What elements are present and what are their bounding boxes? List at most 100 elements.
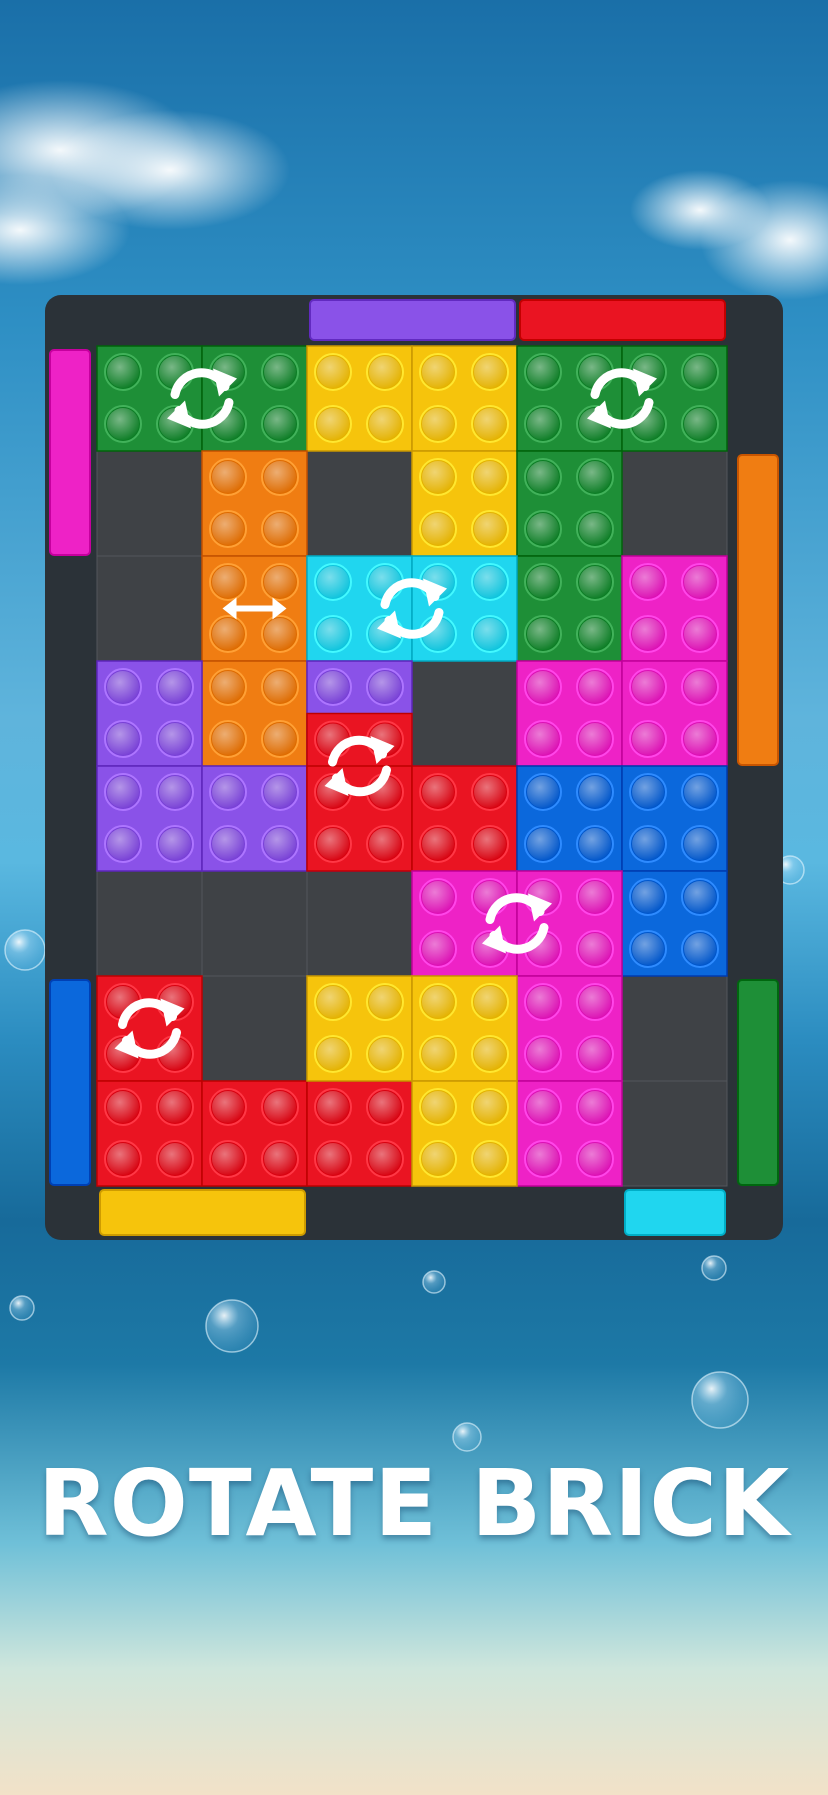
stud-highlight — [474, 828, 506, 860]
stud-highlight — [579, 618, 611, 650]
stud-highlight — [579, 933, 611, 965]
empty-cell — [96, 450, 203, 557]
game-board — [45, 295, 783, 1240]
stud-highlight — [527, 618, 559, 650]
brick-orange[interactable] — [201, 450, 308, 767]
stud-highlight — [369, 408, 401, 440]
stud-highlight — [107, 828, 139, 860]
stud-highlight — [264, 461, 296, 493]
stud-highlight — [684, 933, 716, 965]
exit-gate-top-purple — [309, 299, 516, 341]
bubble — [4, 929, 46, 971]
stud-highlight — [527, 1091, 559, 1123]
stud-highlight — [159, 671, 191, 703]
stud-highlight — [632, 671, 664, 703]
stud-highlight — [107, 776, 139, 808]
empty-cell — [96, 555, 203, 662]
stud-highlight — [632, 933, 664, 965]
stud-highlight — [632, 618, 664, 650]
stud-highlight — [107, 1143, 139, 1175]
empty-cell — [306, 450, 413, 557]
empty-cell — [621, 975, 728, 1082]
stud-highlight — [369, 1038, 401, 1070]
stud-highlight — [212, 671, 244, 703]
stud-highlight — [107, 671, 139, 703]
exit-gate-bottom-yellow — [99, 1189, 306, 1236]
stud-highlight — [474, 461, 506, 493]
bubble — [422, 1270, 446, 1294]
stud-highlight — [579, 1143, 611, 1175]
stud-highlight — [632, 566, 664, 598]
exit-gate-left-blue — [49, 979, 91, 1186]
stud-highlight — [264, 1091, 296, 1123]
stud-highlight — [579, 881, 611, 913]
stud-highlight — [527, 671, 559, 703]
stud-highlight — [264, 356, 296, 388]
stud-highlight — [264, 723, 296, 755]
stud-highlight — [422, 986, 454, 1018]
stud-highlight — [579, 566, 611, 598]
stud-highlight — [159, 776, 191, 808]
stud-highlight — [527, 776, 559, 808]
bubble — [691, 1371, 749, 1429]
empty-cell — [201, 975, 308, 1082]
stud-highlight — [317, 1038, 349, 1070]
stud-highlight — [422, 356, 454, 388]
stud-highlight — [579, 461, 611, 493]
brick-green-top-left[interactable] — [96, 345, 308, 452]
stud-highlight — [474, 566, 506, 598]
stud-highlight — [684, 828, 716, 860]
stud-highlight — [159, 1143, 191, 1175]
bubble — [9, 1295, 35, 1321]
stud-highlight — [369, 986, 401, 1018]
stud-highlight — [317, 618, 349, 650]
stud-highlight — [264, 566, 296, 598]
exit-gate-left-magenta — [49, 349, 91, 556]
stud-highlight — [527, 513, 559, 545]
stud-highlight — [212, 513, 244, 545]
stud-highlight — [107, 1091, 139, 1123]
stud-highlight — [369, 828, 401, 860]
stud-highlight — [527, 566, 559, 598]
stud-highlight — [317, 566, 349, 598]
empty-cell — [306, 870, 413, 977]
stud-highlight — [264, 1143, 296, 1175]
stud-highlight — [527, 461, 559, 493]
stud-highlight — [369, 1091, 401, 1123]
stud-highlight — [264, 776, 296, 808]
stud-highlight — [317, 671, 349, 703]
stud-highlight — [107, 408, 139, 440]
stud-highlight — [579, 776, 611, 808]
bubble — [205, 1299, 259, 1353]
caption-text: ROTATE BRICK — [37, 1450, 791, 1557]
stud-highlight — [684, 566, 716, 598]
stud-highlight — [684, 671, 716, 703]
stud-highlight — [579, 723, 611, 755]
stud-highlight — [474, 1038, 506, 1070]
stud-highlight — [317, 356, 349, 388]
exit-gate-top-red — [519, 299, 726, 341]
stud-highlight — [317, 1091, 349, 1123]
stud-highlight — [579, 828, 611, 860]
stud-highlight — [579, 986, 611, 1018]
stud-highlight — [107, 356, 139, 388]
stud-highlight — [632, 723, 664, 755]
exit-gate-right-green — [737, 979, 779, 1186]
stud-highlight — [212, 723, 244, 755]
stud-highlight — [317, 408, 349, 440]
stud-highlight — [212, 618, 244, 650]
cloud — [630, 170, 770, 250]
stud-highlight — [317, 1143, 349, 1175]
brick-cyan[interactable] — [306, 555, 518, 662]
stud-highlight — [107, 723, 139, 755]
stud-highlight — [684, 881, 716, 913]
stud-highlight — [527, 408, 559, 440]
stud-highlight — [527, 828, 559, 860]
stud-highlight — [159, 723, 191, 755]
stud-highlight — [474, 1143, 506, 1175]
stud-highlight — [422, 1038, 454, 1070]
stud-highlight — [527, 723, 559, 755]
stud-highlight — [632, 776, 664, 808]
stud-highlight — [632, 828, 664, 860]
empty-cell — [621, 450, 728, 557]
